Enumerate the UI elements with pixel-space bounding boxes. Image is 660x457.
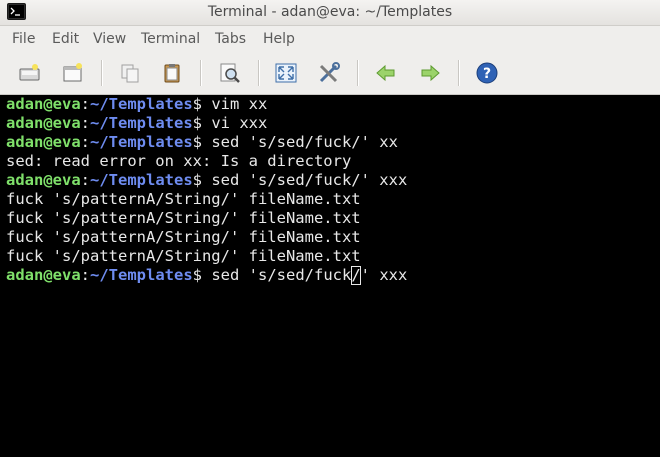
menu-edit[interactable]: Edit [52, 31, 79, 47]
menu-terminal[interactable]: Terminal [141, 31, 200, 47]
prompt-user: adan@eva [6, 266, 81, 284]
prompt-path: ~/Templates [90, 171, 193, 189]
menu-tabs[interactable]: Tabs [215, 31, 246, 47]
prompt-path: ~/Templates [90, 266, 193, 284]
prompt-user: adan@eva [6, 114, 81, 132]
back-arrow-icon[interactable] [372, 59, 400, 87]
prompt-path: ~/Templates [90, 114, 193, 132]
terminal-output-line: fuck 's/patternA/String/' fileName.txt [6, 228, 361, 246]
fullscreen-icon[interactable] [272, 59, 300, 87]
command-text: vim xx [202, 95, 268, 113]
new-window-icon[interactable] [59, 59, 87, 87]
new-tab-icon[interactable] [16, 59, 44, 87]
svg-text:?: ? [483, 66, 491, 82]
terminal-line: adan@eva:~/Templates$ vi xxx [6, 114, 268, 132]
terminal-window: Terminal - adan@eva: ~/Templates File Ed… [0, 0, 660, 457]
menu-help[interactable]: Help [263, 31, 295, 47]
terminal-output-line: fuck 's/patternA/String/' fileName.txt [6, 247, 361, 265]
terminal-output-line: fuck 's/patternA/String/' fileName.txt [6, 190, 361, 208]
command-text: sed 's/sed/fuck/' xxx [202, 171, 408, 189]
prompt-user: adan@eva [6, 95, 81, 113]
preferences-icon[interactable] [315, 59, 343, 87]
text-cursor: / [351, 266, 361, 285]
terminal-output[interactable]: adan@eva:~/Templates$ vim xx adan@eva:~/… [0, 95, 660, 457]
command-text: ' xxx [360, 266, 408, 284]
menu-file[interactable]: File [12, 31, 35, 47]
window-title: Terminal - adan@eva: ~/Templates [207, 4, 453, 20]
toolbar-separator [357, 60, 359, 86]
find-icon[interactable] [216, 59, 244, 87]
menu-view[interactable]: View [93, 31, 126, 47]
prompt-user: adan@eva [6, 171, 81, 189]
command-text: vi xxx [202, 114, 268, 132]
toolbar-separator [200, 60, 202, 86]
terminal-line: adan@eva:~/Templates$ sed 's/sed/fuck/' … [6, 133, 398, 151]
prompt-path: ~/Templates [90, 95, 193, 113]
terminal-line: adan@eva:~/Templates$ sed 's/sed/fuck/' … [6, 171, 408, 189]
terminal-line: adan@eva:~/Templates$ vim xx [6, 95, 268, 113]
menu-bar: File Edit View Terminal Tabs Help [0, 26, 660, 52]
prompt-user: adan@eva [6, 133, 81, 151]
help-icon[interactable]: ? [473, 59, 501, 87]
toolbar-separator [101, 60, 103, 86]
forward-arrow-icon[interactable] [416, 59, 444, 87]
command-text: sed 's/sed/fuck [202, 266, 352, 284]
toolbar-separator [258, 60, 260, 86]
title-bar[interactable]: Terminal - adan@eva: ~/Templates [0, 0, 660, 26]
terminal-output-line: sed: read error on xx: Is a directory [6, 152, 352, 170]
toolbar: ? [0, 52, 660, 95]
terminal-current-line[interactable]: adan@eva:~/Templates$ sed 's/sed/fuck/' … [6, 266, 407, 285]
command-text: sed 's/sed/fuck/' xx [202, 133, 398, 151]
prompt-path: ~/Templates [90, 133, 193, 151]
terminal-output-line: fuck 's/patternA/String/' fileName.txt [6, 209, 361, 227]
copy-icon[interactable] [116, 59, 144, 87]
paste-icon[interactable] [158, 59, 186, 87]
toolbar-separator [458, 60, 460, 86]
